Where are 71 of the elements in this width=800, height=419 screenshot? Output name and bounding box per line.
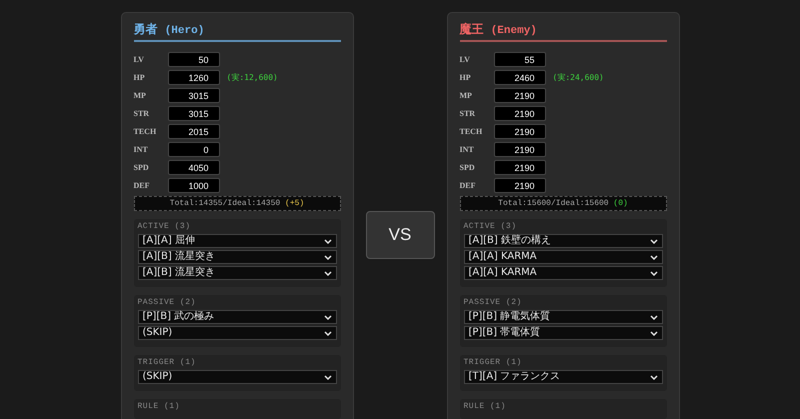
total-summary: Total:14355/Ideal:14350 (+5) — [134, 196, 340, 211]
stat-label: LV — [134, 54, 145, 64]
stat-input[interactable]: 0 — [168, 142, 220, 156]
stat-input[interactable]: 2190 — [494, 178, 546, 192]
vs-badge: VS — [366, 211, 434, 259]
caret-icon — [324, 330, 332, 336]
skill-select[interactable]: (SKIP) — [138, 370, 336, 384]
stat-input[interactable]: 2190 — [494, 106, 546, 120]
stat-input[interactable]: 2190 — [494, 88, 546, 102]
skill-select[interactable]: [P][B] 帯電体質 — [464, 326, 662, 340]
group-title: TRIGGER (1) — [464, 358, 523, 367]
caret-icon — [650, 270, 658, 276]
skill-select[interactable]: [A][B] 鉄壁の構え — [464, 234, 662, 248]
stat-label: STR — [134, 108, 150, 118]
caret-icon — [324, 314, 332, 320]
caret-icon — [324, 238, 332, 244]
group-title: RULE (1) — [464, 402, 507, 411]
total-summary: Total:15600/Ideal:15600 (0) — [460, 196, 666, 211]
stat-label: SPD — [134, 162, 150, 172]
caret-icon — [324, 270, 332, 276]
stat-input[interactable]: 55 — [494, 52, 546, 66]
caret-icon — [650, 330, 658, 336]
stat-label: INT — [460, 144, 475, 154]
skill-select[interactable]: [P][B] 静電気体質 — [464, 310, 662, 324]
stat-input[interactable]: 2190 — [494, 142, 546, 156]
stat-input[interactable]: 3015 — [168, 88, 220, 102]
stat-label: DEF — [460, 180, 476, 190]
real-value-note: (実:24,600) — [552, 72, 604, 82]
caret-icon — [324, 254, 332, 260]
group-title: PASSIVE (2) — [138, 298, 197, 307]
skill-select[interactable]: [A][A] KARMA — [464, 250, 662, 264]
group-title: PASSIVE (2) — [464, 298, 523, 307]
real-value-note: (実:12,600) — [226, 72, 278, 82]
stat-label: MP — [460, 90, 473, 100]
stat-label: HP — [460, 72, 472, 82]
skill-select[interactable]: [P][B] 武の極み — [138, 310, 336, 324]
stat-input[interactable]: 4050 — [168, 160, 220, 174]
stat-label: HP — [134, 72, 146, 82]
group-title: ACTIVE (3) — [464, 222, 518, 231]
stat-label: INT — [134, 144, 149, 154]
panel-title: 勇者 (Hero) — [134, 21, 340, 42]
skill-select[interactable]: [T][A] ファランクス — [464, 370, 662, 384]
stat-input[interactable]: 3015 — [168, 106, 220, 120]
skill-select[interactable]: [A][B] 流星突き — [138, 250, 336, 264]
caret-icon — [650, 374, 658, 380]
stat-input[interactable]: 50 — [168, 52, 220, 66]
stat-input[interactable]: 2460 — [494, 70, 546, 84]
stat-label: DEF — [134, 180, 150, 190]
caret-icon — [650, 238, 658, 244]
stat-label: MP — [134, 90, 147, 100]
stat-input[interactable]: 2015 — [168, 124, 220, 138]
caret-icon — [324, 374, 332, 380]
group-title: ACTIVE (3) — [138, 222, 192, 231]
skill-select[interactable]: [A][B] 流星突き — [138, 266, 336, 280]
stat-input[interactable]: 2190 — [494, 160, 546, 174]
caret-icon — [650, 254, 658, 260]
stat-input[interactable]: 2190 — [494, 124, 546, 138]
stat-label: SPD — [460, 162, 476, 172]
group-title: RULE (1) — [138, 402, 181, 411]
stat-input[interactable]: 1000 — [168, 178, 220, 192]
stat-label: STR — [460, 108, 476, 118]
stat-label: TECH — [134, 126, 158, 136]
skill-select[interactable]: (SKIP) — [138, 326, 336, 340]
stat-input[interactable]: 1260 — [168, 70, 220, 84]
group-title: TRIGGER (1) — [138, 358, 197, 367]
caret-icon — [650, 314, 658, 320]
panel-title: 魔王 (Enemy) — [460, 21, 666, 42]
skill-select[interactable]: [A][A] KARMA — [464, 266, 662, 280]
stat-label: TECH — [460, 126, 484, 136]
stat-label: LV — [460, 54, 471, 64]
skill-select[interactable]: [A][A] 屈伸 — [138, 234, 336, 248]
